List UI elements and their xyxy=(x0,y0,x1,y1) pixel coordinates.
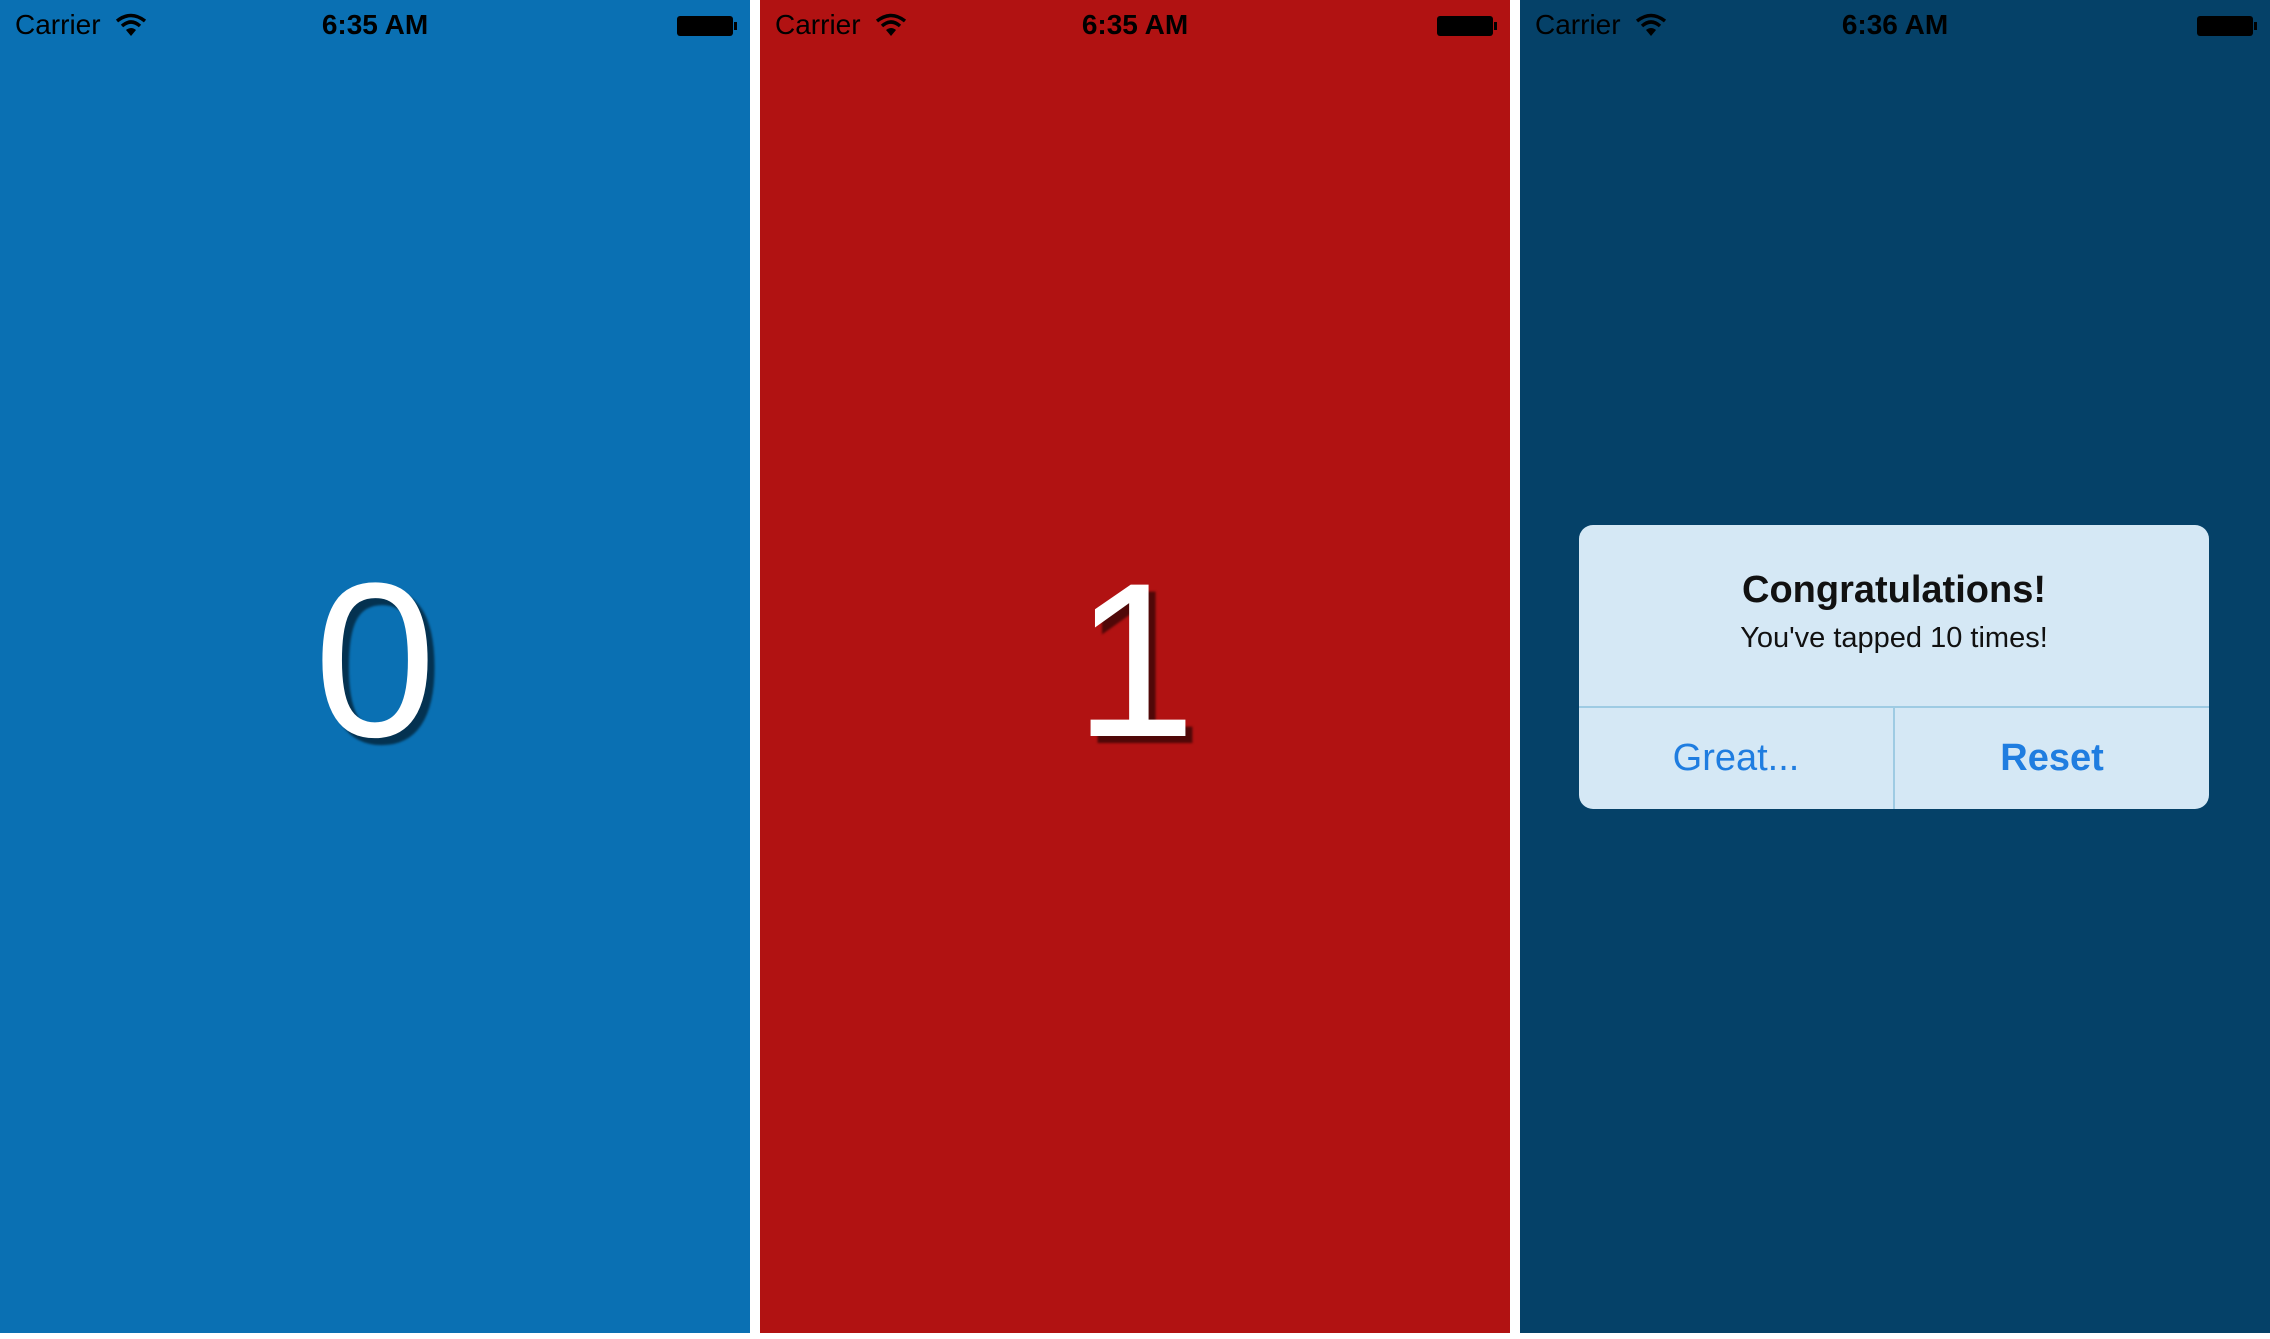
phone-screen-1[interactable]: Carrier 6:35 AM 0 xyxy=(0,0,750,1333)
reset-button[interactable]: Reset xyxy=(1895,708,2209,809)
status-time: 6:35 AM xyxy=(321,9,429,40)
battery-icon xyxy=(677,16,737,36)
battery-icon xyxy=(2197,16,2257,36)
battery-icon xyxy=(1437,16,1497,36)
alert-message: You've tapped 10 times! xyxy=(1740,622,2048,654)
status-time: 6:36 AM xyxy=(1841,9,1949,40)
alert-title: Congratulations! xyxy=(1742,569,2046,611)
status-bar: Carrier 6:36 AM xyxy=(1520,0,2270,50)
tap-counter: 1 xyxy=(1073,537,1197,783)
phone-screen-3: Carrier 6:36 AM Congratulations! You've … xyxy=(1520,0,2270,1333)
status-time: 6:35 AM xyxy=(1081,9,1189,40)
congratulations-alert: Congratulations! You've tapped 10 times!… xyxy=(1579,525,2209,809)
phone-screen-2[interactable]: Carrier 6:35 AM 1 xyxy=(760,0,1510,1333)
status-bar: Carrier 6:35 AM xyxy=(0,0,750,50)
great-button[interactable]: Great... xyxy=(1579,708,1893,809)
tap-counter: 0 xyxy=(313,537,437,783)
status-bar: Carrier 6:35 AM xyxy=(760,0,1510,50)
